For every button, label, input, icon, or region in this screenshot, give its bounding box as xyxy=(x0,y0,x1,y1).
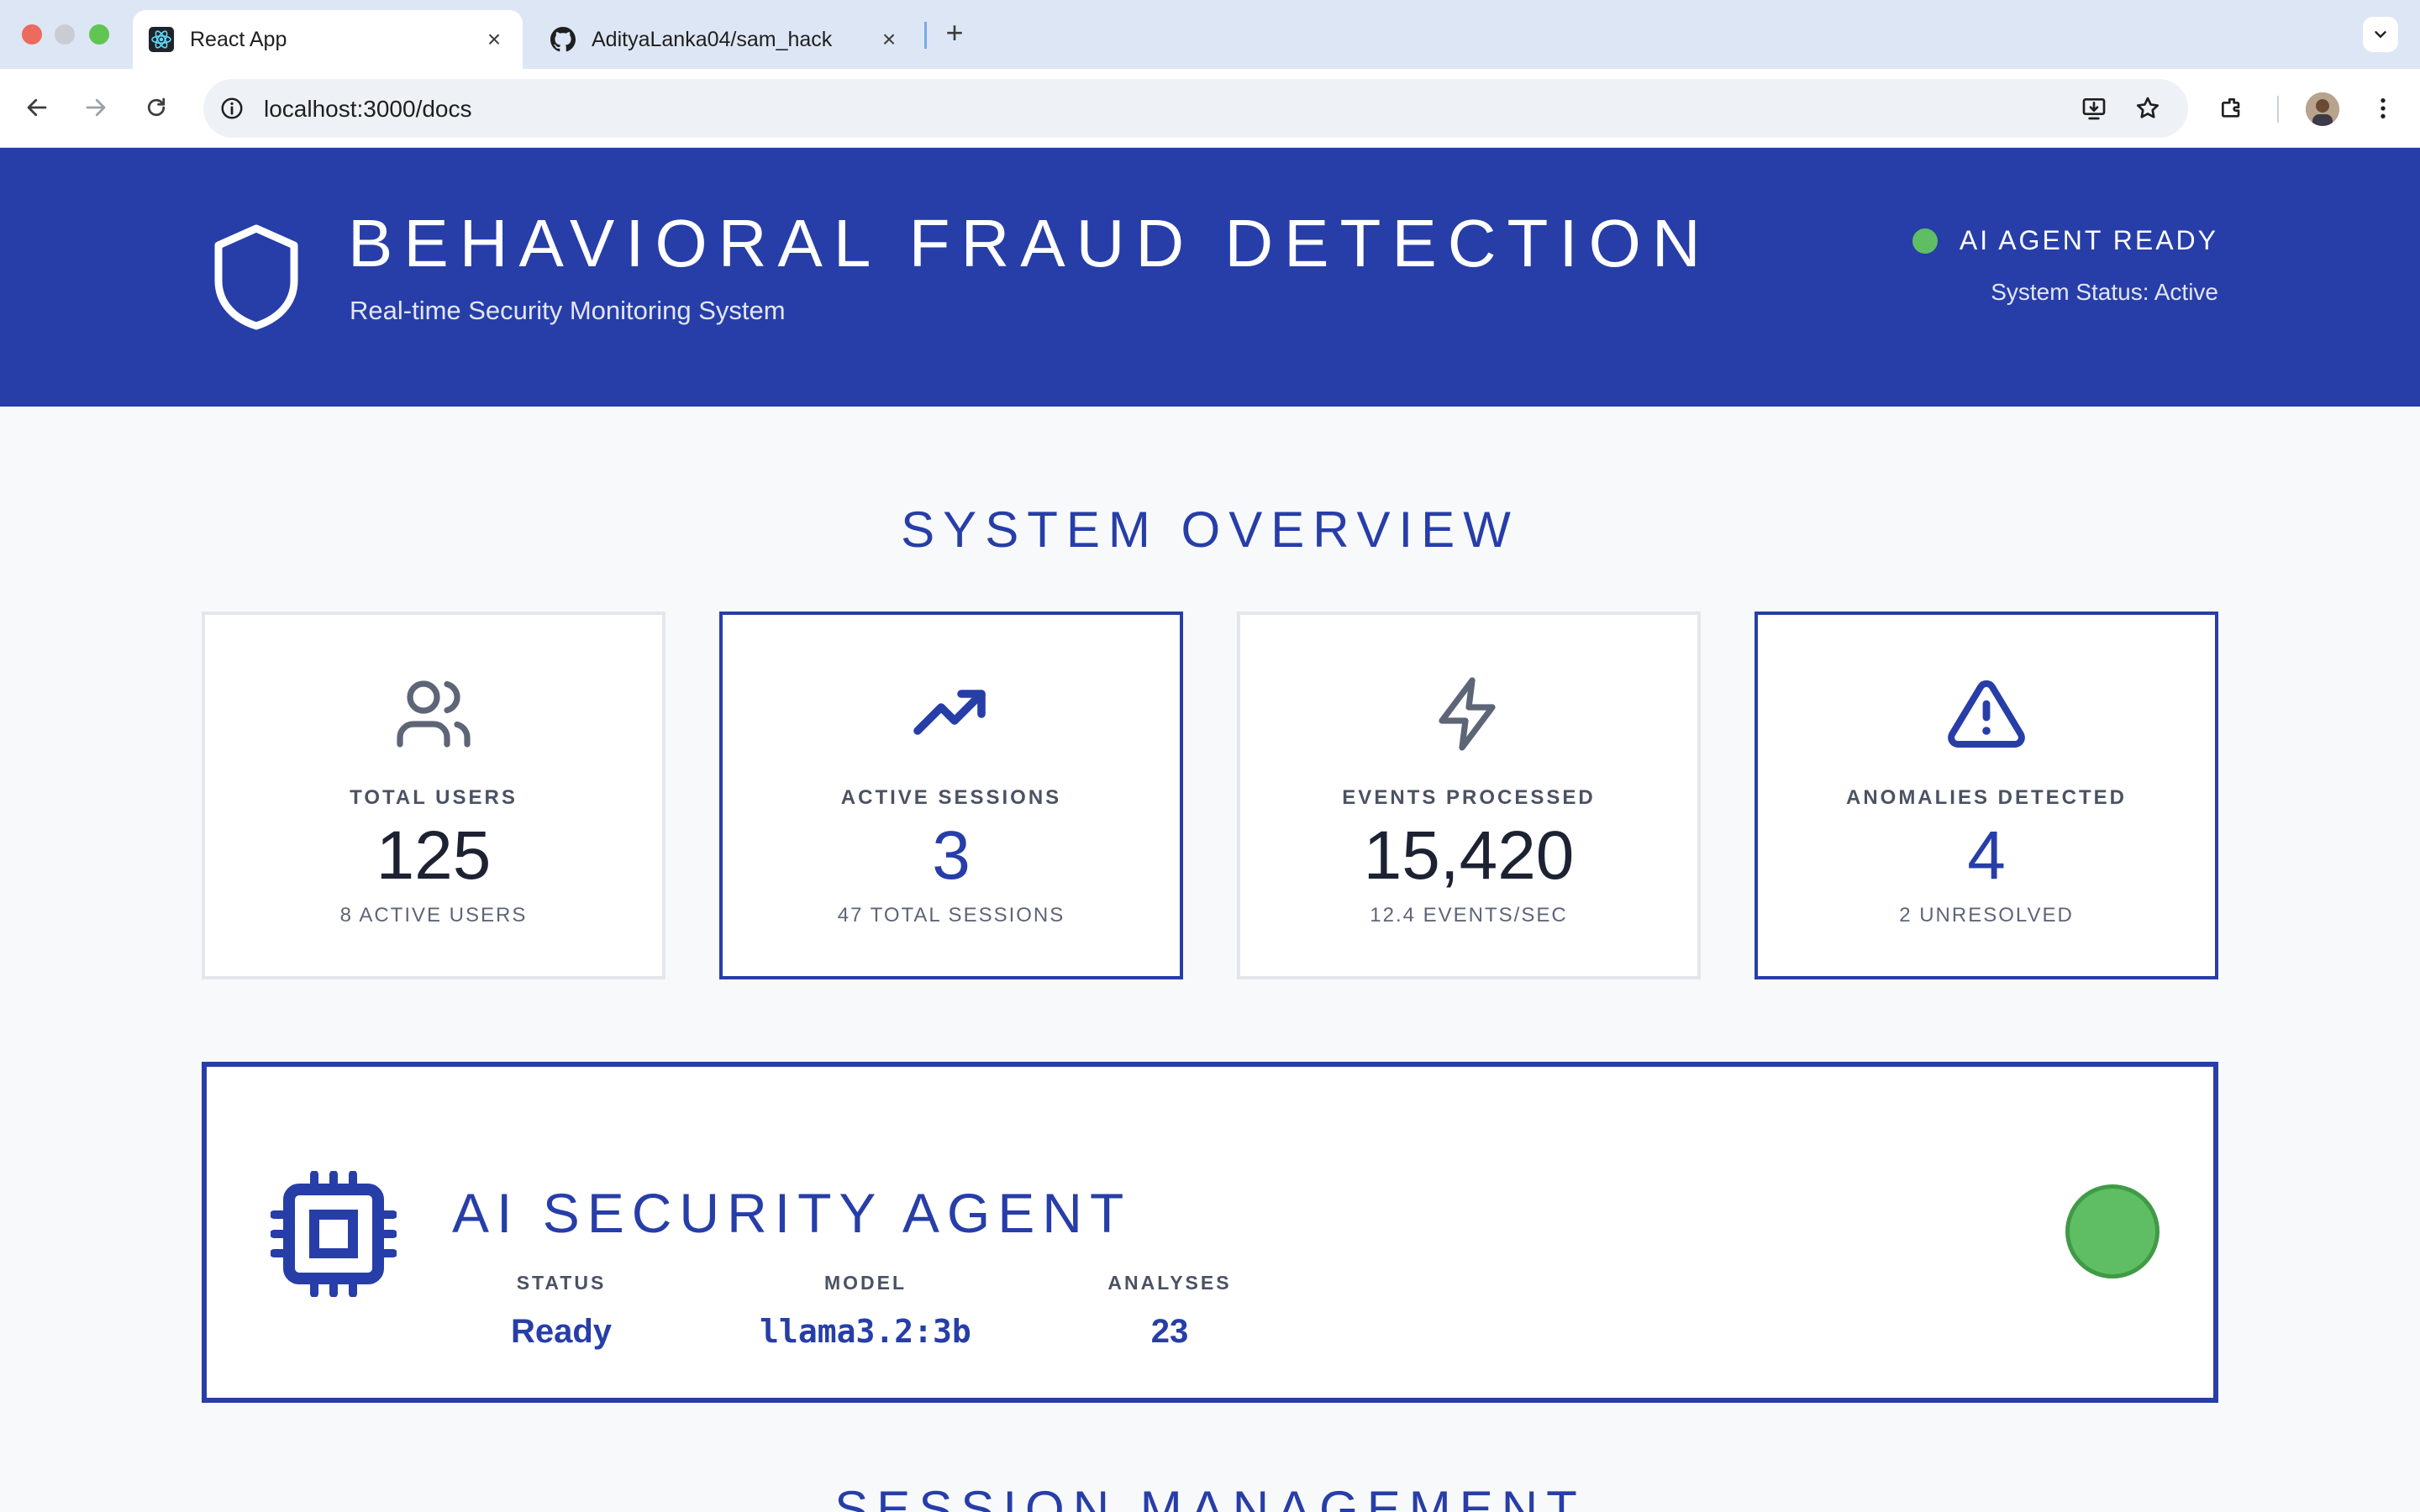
agent-stat-value: 23 xyxy=(1150,1313,1189,1350)
agent-title: AI SECURITY AGENT xyxy=(452,1182,1132,1244)
stat-subtext: 12.4 EVENTS/SEC xyxy=(1370,904,1568,927)
ai-agent-panel: AI SECURITY AGENT STATUS Ready MODEL lla… xyxy=(202,1062,2218,1403)
toolbar-divider xyxy=(2277,96,2279,123)
stat-value: 3 xyxy=(932,817,971,894)
browser-tab-bar: React App × AdityaLanka04/sam_hack × + xyxy=(0,0,2420,69)
stat-card-events-processed: EVENTS PROCESSED 15,420 12.4 EVENTS/SEC xyxy=(1237,612,1701,979)
agent-online-indicator xyxy=(2065,1184,2160,1278)
address-bar[interactable]: localhost:3000/docs xyxy=(203,79,2188,138)
shield-icon xyxy=(214,224,298,330)
tab-title: AdityaLanka04/sam_hack xyxy=(592,27,833,51)
arrow-left-icon xyxy=(27,98,47,117)
reload-icon xyxy=(147,97,166,117)
profile-avatar[interactable] xyxy=(2306,92,2339,126)
agent-stat-status: STATUS Ready xyxy=(452,1272,671,1351)
forward-button[interactable] xyxy=(77,89,114,126)
tab-react-app[interactable]: React App × xyxy=(133,10,523,69)
tab-title: React App xyxy=(190,27,287,51)
agent-status-label: AI AGENT READY xyxy=(1959,225,2218,255)
window-maximize-button[interactable] xyxy=(89,24,109,45)
warning-triangle-icon xyxy=(1758,674,2215,754)
agent-stat-value: Ready xyxy=(510,1313,613,1350)
stat-value: 15,420 xyxy=(1363,817,1575,894)
status-dot-icon xyxy=(1912,228,1938,254)
session-section-title: SESSION MANAGEMENT xyxy=(834,1481,1586,1512)
stat-label: ACTIVE SESSIONS xyxy=(840,786,1062,809)
agent-stat-value: llama3.2:3b xyxy=(760,1313,971,1350)
site-info-icon[interactable] xyxy=(213,90,250,127)
stat-label: EVENTS PROCESSED xyxy=(1342,786,1596,809)
stat-subtext: 47 TOTAL SESSIONS xyxy=(837,904,1065,927)
agent-stat-analyses: ANALYSES 23 xyxy=(1060,1272,1279,1351)
stat-label: TOTAL USERS xyxy=(350,786,518,809)
app-header: BEHAVIORAL FRAUD DETECTION Real-time Sec… xyxy=(0,148,2420,407)
agent-stat-label: ANALYSES xyxy=(1107,1272,1232,1294)
stat-subtext: 2 UNRESOLVED xyxy=(1899,904,2074,927)
page-subtitle: Real-time Security Monitoring System xyxy=(350,296,786,325)
tab-github-repo[interactable]: AdityaLanka04/sam_hack × xyxy=(534,10,918,69)
system-status-text: System Status: Active xyxy=(1991,279,2218,305)
stat-card-anomalies-detected: ANOMALIES DETECTED 4 2 UNRESOLVED xyxy=(1754,612,2218,979)
address-url: localhost:3000/docs xyxy=(264,96,472,122)
stat-label: ANOMALIES DETECTED xyxy=(1845,786,2127,809)
users-icon xyxy=(205,674,662,754)
browser-toolbar: localhost:3000/docs xyxy=(0,69,2420,148)
agent-stat-label: STATUS xyxy=(516,1272,607,1294)
arrow-right-icon xyxy=(86,98,106,117)
stat-value: 125 xyxy=(376,817,492,894)
stat-value: 4 xyxy=(1967,817,2006,894)
agent-stat-model: MODEL llama3.2:3b xyxy=(756,1272,975,1350)
cpu-chip-icon xyxy=(271,1171,397,1297)
react-icon xyxy=(148,26,175,53)
window-close-button[interactable] xyxy=(22,24,42,45)
agent-status-indicator: AI AGENT READY xyxy=(1912,225,2218,256)
tab-divider xyxy=(924,22,927,49)
trending-up-icon xyxy=(723,674,1180,754)
tab-close-icon[interactable]: × xyxy=(481,26,508,53)
new-tab-button[interactable]: + xyxy=(939,18,970,49)
agent-stat-label: MODEL xyxy=(823,1272,908,1294)
lightning-icon xyxy=(1240,674,1697,754)
tab-close-icon[interactable]: × xyxy=(876,26,902,53)
reload-button[interactable] xyxy=(138,89,175,126)
tab-search-menu-button[interactable] xyxy=(2363,17,2398,52)
back-button[interactable] xyxy=(18,89,55,126)
install-app-icon[interactable] xyxy=(2077,92,2111,125)
chevron-down-icon xyxy=(2375,31,2386,38)
bookmark-star-icon[interactable] xyxy=(2131,92,2165,125)
extensions-icon[interactable] xyxy=(2213,90,2250,127)
window-minimize-button[interactable] xyxy=(55,24,75,45)
stat-subtext: 8 ACTIVE USERS xyxy=(339,904,528,927)
stat-card-active-sessions: ACTIVE SESSIONS 3 47 TOTAL SESSIONS xyxy=(719,612,1183,979)
page-title: BEHAVIORAL FRAUD DETECTION xyxy=(348,206,1712,281)
more-menu-icon[interactable] xyxy=(2365,90,2402,127)
stat-card-total-users: TOTAL USERS 125 8 ACTIVE USERS xyxy=(202,612,666,979)
overview-section-title: SYSTEM OVERVIEW xyxy=(901,501,1519,558)
github-icon xyxy=(550,26,576,53)
